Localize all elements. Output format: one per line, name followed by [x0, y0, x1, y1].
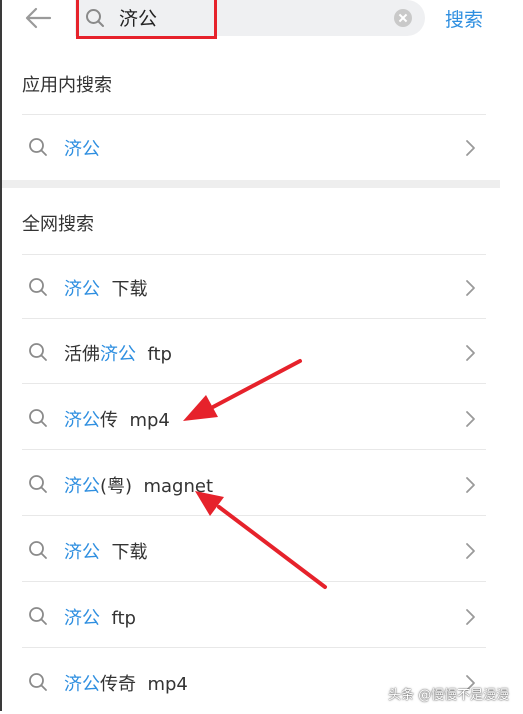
search-icon: [28, 606, 48, 630]
row-separator: [22, 647, 486, 648]
row-separator: [22, 515, 486, 516]
back-arrow-icon: [25, 7, 52, 29]
search-icon: [28, 137, 48, 161]
result-text: 济公(粤) magnet: [64, 476, 214, 497]
web-result-row[interactable]: 济公 ftp: [2, 584, 500, 648]
search-button[interactable]: 搜索: [445, 5, 483, 32]
search-icon: [28, 474, 48, 498]
web-result-row[interactable]: 活佛济公 ftp: [2, 320, 500, 384]
search-box[interactable]: [75, 0, 425, 36]
back-button[interactable]: [24, 6, 52, 30]
row-separator: [22, 383, 486, 384]
right-margin: [500, 0, 523, 711]
result-text: 济公 ftp: [64, 608, 136, 629]
watermark: 头条 @慢慢不是漫漫: [388, 688, 510, 703]
chevron-right-icon: [464, 279, 476, 301]
search-icon: [28, 540, 48, 564]
row-separator: [22, 318, 486, 319]
web-result-row[interactable]: 济公(粤) magnet: [2, 452, 500, 516]
search-icon: [28, 342, 48, 366]
result-text: 济公传 mp4: [64, 410, 170, 431]
search-screen: 搜索 应用内搜索 济公 全网搜索 济公 下载 活佛济公 ftp 济公传 mp4: [2, 0, 500, 711]
chevron-right-icon: [464, 139, 476, 161]
in-app-result-row[interactable]: 济公: [2, 115, 500, 179]
search-icon: [28, 408, 48, 432]
search-icon: [28, 277, 48, 301]
section-gap: [2, 180, 500, 188]
in-app-section-title: 应用内搜索: [22, 75, 112, 96]
web-result-row[interactable]: 济公传 mp4: [2, 386, 500, 450]
result-text: 济公 下载: [64, 279, 148, 300]
search-icon: [85, 8, 105, 32]
result-text: 济公: [64, 139, 100, 160]
chevron-right-icon: [464, 410, 476, 432]
web-section-title: 全网搜索: [22, 214, 94, 235]
web-result-row[interactable]: 济公 下载: [2, 518, 500, 582]
web-result-row[interactable]: 济公传奇 mp4: [2, 650, 500, 714]
row-separator: [22, 449, 486, 450]
row-separator: [22, 581, 486, 582]
search-input[interactable]: [119, 4, 379, 30]
result-text: 济公传奇 mp4: [64, 674, 188, 695]
chevron-right-icon: [464, 542, 476, 564]
result-text: 活佛济公 ftp: [64, 344, 172, 365]
search-icon: [28, 672, 48, 696]
web-result-row[interactable]: 济公 下载: [2, 255, 500, 319]
chevron-right-icon: [464, 344, 476, 366]
result-text: 济公 下载: [64, 542, 148, 563]
chevron-right-icon: [464, 608, 476, 630]
chevron-right-icon: [464, 476, 476, 498]
clear-icon[interactable]: [394, 9, 412, 27]
